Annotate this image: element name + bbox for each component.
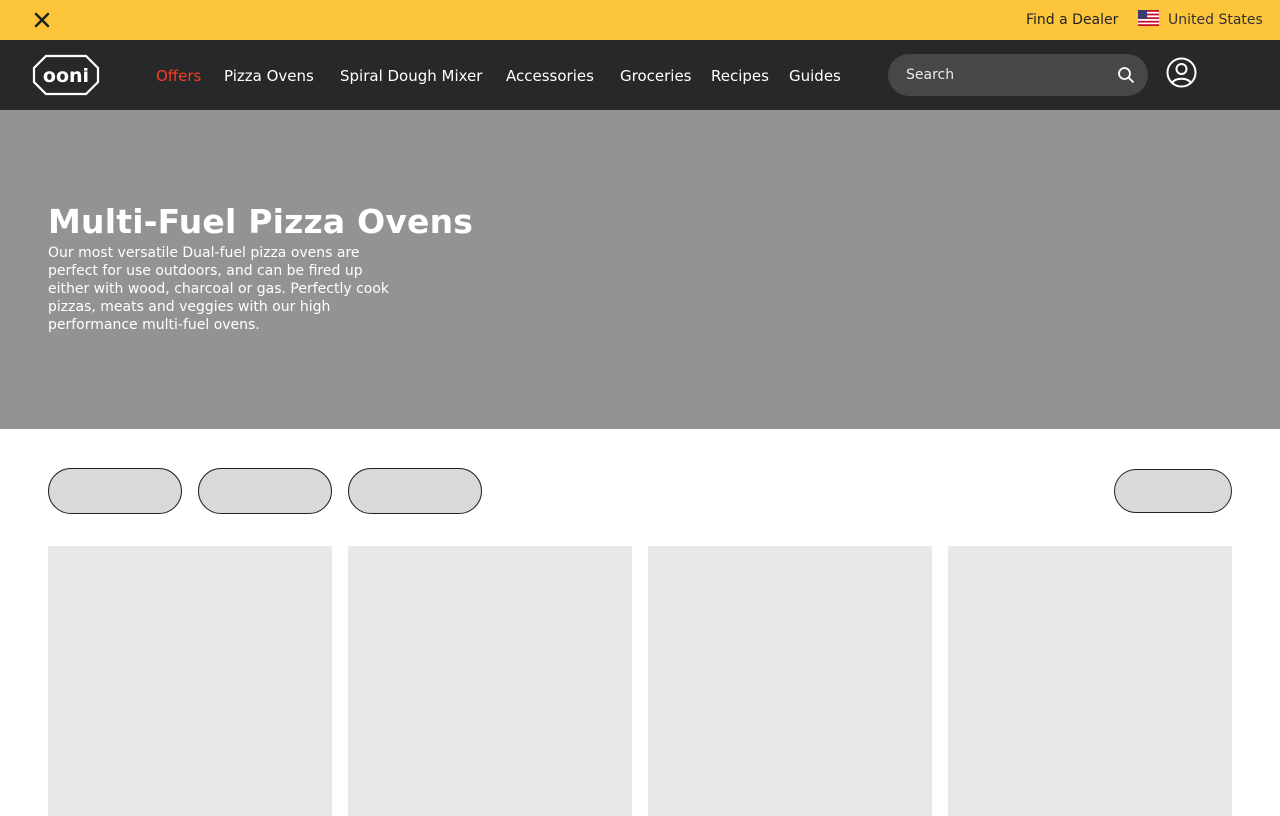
search-input[interactable] — [906, 54, 1106, 96]
product-card-placeholder[interactable] — [648, 546, 932, 816]
product-card-placeholder[interactable] — [948, 546, 1232, 816]
main-navigation: ooni Offers Pizza Ovens Spiral Dough Mix… — [0, 40, 1280, 110]
nav-item-pizza-ovens[interactable]: Pizza Ovens — [224, 67, 314, 85]
nav-item-accessories[interactable]: Accessories — [506, 67, 594, 85]
page-title: Multi-Fuel Pizza Ovens — [48, 202, 474, 241]
product-card-placeholder[interactable] — [348, 546, 632, 816]
nav-item-guides[interactable]: Guides — [789, 67, 841, 85]
locale-label: United States — [1168, 12, 1263, 28]
filter-pill-placeholder[interactable] — [198, 468, 332, 514]
filter-pill-placeholder[interactable] — [348, 468, 482, 514]
close-icon[interactable] — [30, 8, 54, 32]
find-dealer-link[interactable]: Find a Dealer — [1026, 12, 1118, 28]
filter-pill-placeholder[interactable] — [48, 468, 182, 514]
hero-banner: Multi-Fuel Pizza Ovens Our most versatil… — [0, 110, 1280, 429]
nav-item-groceries[interactable]: Groceries — [620, 67, 692, 85]
locale-selector[interactable]: United States — [1138, 10, 1263, 30]
search-box[interactable] — [888, 54, 1148, 96]
nav-item-recipes[interactable]: Recipes — [711, 67, 769, 85]
search-icon[interactable] — [1117, 66, 1135, 84]
svg-text:ooni: ooni — [43, 65, 89, 87]
product-card-placeholder[interactable] — [48, 546, 332, 816]
sort-pill-placeholder[interactable] — [1114, 469, 1232, 513]
us-flag-icon — [1138, 10, 1159, 30]
nav-item-spiral-dough-mixer[interactable]: Spiral Dough Mixer — [340, 67, 482, 85]
user-account-icon[interactable] — [1166, 57, 1197, 88]
nav-item-offers[interactable]: Offers — [156, 67, 201, 85]
hero-description: Our most versatile Dual-fuel pizza ovens… — [48, 245, 390, 333]
top-utility-bar: Find a Dealer United States — [0, 0, 1280, 40]
ooni-logo[interactable]: ooni — [32, 54, 100, 96]
